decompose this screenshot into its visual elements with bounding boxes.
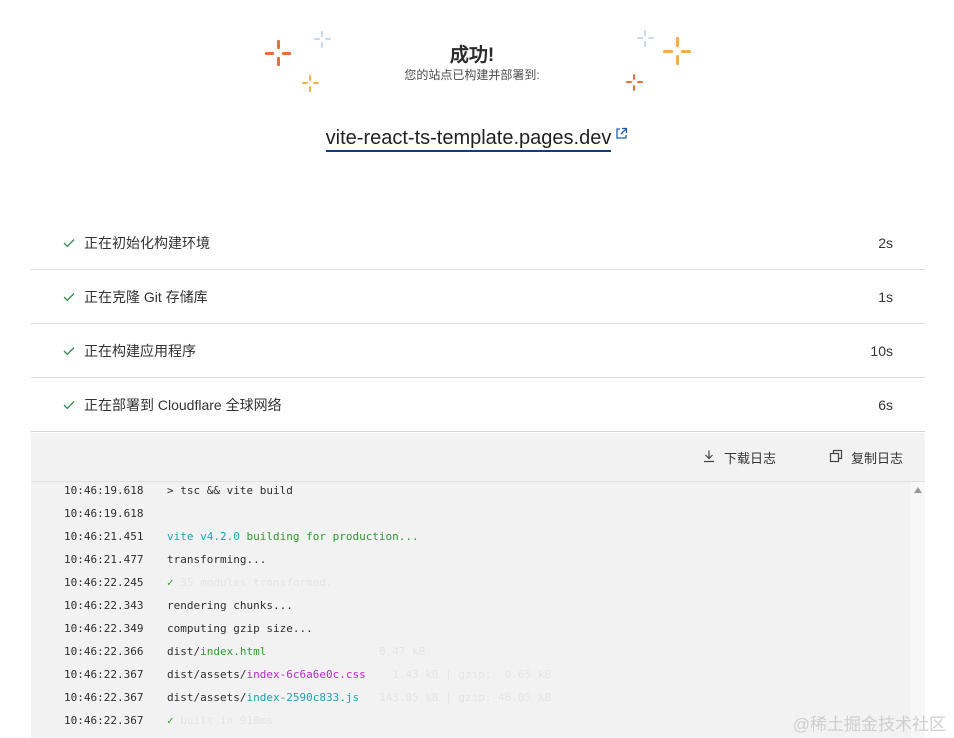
log-message-segment: 0.47 kB: [266, 645, 426, 658]
build-step-duration: 1s: [878, 288, 893, 305]
log-toolbar: 下载日志 复制日志: [31, 433, 925, 482]
log-timestamp: 10:46:22.367: [64, 714, 144, 727]
build-step-duration: 10s: [870, 342, 893, 359]
success-subtitle: 您的站点已构建并部署到:: [404, 68, 540, 82]
log-message-segment: transforming...: [167, 553, 267, 566]
build-step-label: 正在初始化构建环境: [84, 234, 210, 251]
log-message-segment: > tsc && vite build: [167, 484, 293, 497]
check-icon: [63, 289, 75, 305]
build-step-duration: 6s: [878, 396, 893, 413]
log-timestamp: 10:46:22.349: [64, 622, 144, 635]
log-message-segment: index-2590c833.js: [246, 691, 360, 704]
log-message-segment: dist/assets/: [167, 668, 247, 681]
log-timestamp: 10:46:21.477: [64, 553, 144, 566]
log-message-segment: index-6c6a6e0c.css: [246, 668, 366, 681]
log-message: transforming...: [167, 553, 266, 566]
success-title: 成功!: [449, 45, 495, 66]
download-log-label: 下载日志: [724, 451, 777, 466]
copy-icon: [829, 449, 843, 466]
log-message-segment: index.html: [200, 645, 267, 658]
log-message-segment: dist/: [167, 645, 201, 658]
log-timestamp: 10:46:19.618: [64, 484, 144, 497]
log-message: dist/index.html 0.47 kB: [167, 645, 425, 658]
external-link-icon[interactable]: [615, 123, 628, 146]
build-step-label: 正在部署到 Cloudflare 全球网络: [84, 396, 282, 413]
build-step-label: 正在构建应用程序: [84, 342, 196, 359]
build-step-row: 正在部署到 Cloudflare 全球网络 6s: [31, 378, 925, 432]
log-message: vite v4.2.0 building for production...: [167, 530, 419, 543]
download-log-button[interactable]: 下载日志: [702, 448, 776, 467]
site-url-text[interactable]: vite-react-ts-template.pages.dev: [325, 127, 612, 152]
build-step-row: 正在克隆 Git 存储库 1s: [31, 270, 925, 324]
scroll-up-arrow-icon[interactable]: [914, 487, 922, 493]
log-message-segment: built in 910ms: [173, 714, 273, 727]
log-message-segment: vite v4.2.0: [167, 530, 240, 543]
log-message-segment: 143.05 kB | gzip: 46.05 kB: [359, 691, 552, 704]
watermark: @稀土掘金技术社区: [792, 715, 946, 734]
download-icon: [702, 449, 716, 466]
log-message-segment: 35 modules transformed.: [173, 576, 333, 589]
log-message-segment: 1.43 kB | gzip: 0.65 kB: [365, 668, 552, 681]
log-message: ✓ built in 910ms: [167, 714, 273, 727]
log-message-segment: rendering chunks...: [167, 599, 293, 612]
build-log-output[interactable]: 10:46:19.618 > tsc && vite build 10:46:19.…: [31, 482, 925, 738]
log-message: rendering chunks...: [167, 599, 293, 612]
log-message-segment: ✓: [167, 714, 174, 727]
log-scrollbar[interactable]: [911, 482, 925, 738]
check-icon: [63, 343, 75, 359]
check-icon: [63, 397, 75, 413]
log-timestamp: 10:46:22.366: [64, 645, 144, 658]
log-message: dist/assets/index-2590c833.js 143.05 kB …: [167, 691, 551, 704]
copy-log-button[interactable]: 复制日志: [829, 448, 903, 467]
log-message: > tsc && vite build: [167, 484, 293, 497]
build-step-row: 正在初始化构建环境 2s: [31, 216, 925, 270]
log-message-segment: ✓: [167, 576, 174, 589]
build-steps-list: 正在初始化构建环境 2s 正在克隆 Git 存储库 1s 正在构建应用程序 10s 正在部署…: [31, 216, 925, 432]
build-step-label: 正在克隆 Git 存储库: [84, 288, 208, 305]
log-message: dist/assets/index-6c6a6e0c.css 1.43 kB |…: [167, 668, 551, 681]
log-timestamp: 10:46:22.367: [64, 691, 144, 704]
success-hero: 成功! 您的站点已构建并部署到: vite-react-ts-template.…: [0, 0, 954, 190]
check-icon: [63, 235, 75, 251]
log-message-segment: dist/assets/: [167, 691, 247, 704]
log-timestamp: 10:46:19.618: [64, 507, 144, 520]
log-message: ✓ 35 modules transformed.: [167, 576, 333, 589]
log-timestamp: 10:46:22.367: [64, 668, 144, 681]
log-message: computing gzip size...: [167, 622, 313, 635]
log-timestamp: 10:46:22.343: [64, 599, 144, 612]
log-timestamp: 10:46:21.451: [64, 530, 144, 543]
site-url-link[interactable]: vite-react-ts-template.pages.dev: [0, 123, 954, 152]
build-step-row: 正在构建应用程序 10s: [31, 324, 925, 378]
copy-log-label: 复制日志: [851, 451, 904, 466]
build-step-duration: 2s: [878, 234, 893, 251]
log-message-segment: computing gzip size...: [167, 622, 313, 635]
log-timestamp: 10:46:22.245: [64, 576, 144, 589]
log-message-segment: building for production...: [239, 530, 419, 543]
